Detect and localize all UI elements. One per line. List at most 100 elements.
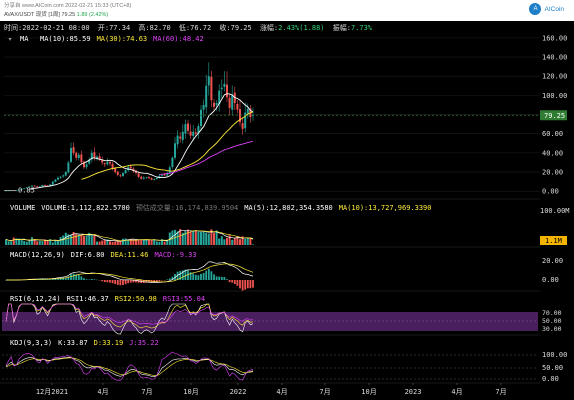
macd-bar: [213, 274, 215, 280]
candle-body: [228, 97, 231, 108]
candle-body: [51, 181, 54, 185]
collapse-icon[interactable]: ▿: [8, 35, 12, 43]
macd-bar: [194, 274, 197, 280]
volume-bar: [228, 235, 231, 245]
candle-body: [226, 84, 228, 98]
macd-bar: [223, 277, 226, 280]
volume-bar: [85, 235, 88, 245]
ma60-line: [159, 140, 254, 175]
volume-bar: [103, 239, 106, 245]
x-axis-label: 7月: [319, 388, 330, 396]
macd-bar: [109, 280, 111, 283]
candle-body: [111, 163, 114, 169]
d-legend: D:33.19: [94, 339, 124, 347]
share-info: 分享自 www.AICoin.com 2022-02-21 15:33 (UTC…: [4, 3, 132, 9]
macd-bar: [200, 273, 202, 280]
x-axis-label: 12月2021: [36, 388, 68, 396]
price-y-tick: 140.00: [542, 54, 567, 62]
candle-body: [72, 147, 75, 153]
x-axis-label: 10月: [361, 388, 376, 396]
rsi1-legend: RSI1:46.37: [67, 295, 109, 303]
volume-bar: [122, 238, 124, 245]
change-label: 涨幅:: [260, 23, 278, 32]
volume-bar: [116, 241, 119, 245]
x-axis-label: 4月: [97, 388, 108, 396]
pair-name: AVAX/USDT 现货 [1周]: [4, 12, 62, 18]
close-label: 收:: [219, 23, 230, 32]
low-value: 76.72: [190, 24, 211, 32]
volume-bar: [239, 239, 241, 245]
volume-bar: [207, 233, 210, 245]
macd-bar: [239, 280, 241, 289]
volume-bar: [244, 238, 247, 245]
macd-y-tick-20: 20.00: [542, 257, 563, 265]
macd-title: MACD(12,26,9): [10, 251, 65, 259]
volume-title: VOLUME: [10, 204, 35, 212]
candle-body: [116, 171, 119, 175]
price-grid: [4, 37, 540, 192]
candle-body: [80, 154, 83, 163]
volume-bar: [200, 231, 202, 245]
candle-body: [145, 177, 148, 179]
candle-body: [44, 185, 46, 186]
kdj-lines: [5, 351, 254, 381]
x-axis-label: 2023: [405, 388, 422, 396]
volume-bar: [189, 231, 192, 245]
macd-bar: [244, 280, 247, 290]
kdj-y-tick-100: 100.00: [542, 351, 567, 359]
macd-bar: [158, 280, 161, 282]
candle-body: [137, 173, 140, 177]
volume-bar: [70, 235, 72, 245]
volume-bar: [46, 240, 49, 245]
candle-body: [181, 131, 184, 141]
x-axis-label: 7月: [141, 388, 152, 396]
candle-body: [223, 83, 226, 87]
candle-body: [176, 135, 179, 145]
volume-bar: [249, 238, 252, 245]
price-y-tick: 60.00: [542, 130, 563, 138]
price-y-tick: 160.00: [542, 34, 567, 42]
x-axis-label: 7月: [495, 388, 506, 396]
macd-bar: [114, 280, 117, 285]
macd-value-legend: MACD:-9.33: [154, 251, 196, 259]
close-value: 79.25: [231, 24, 252, 32]
volume-bar: [62, 235, 65, 245]
open-value: 77.34: [109, 24, 130, 32]
aicoin-logo-icon: A: [529, 3, 542, 15]
candle-body: [231, 95, 234, 110]
volume-bar: [101, 240, 104, 245]
volume-estimate: 预估成交量:16,174,839.9504: [136, 203, 238, 212]
price-y-tick: 0.00: [542, 188, 559, 196]
x-axis: 12月2021 4月 7月 10月 2022 4月 7月 10月 2023 4月 7月: [0, 382, 540, 396]
low-label: 低:: [179, 23, 190, 32]
macd-bar: [207, 268, 210, 280]
candle-body: [142, 177, 145, 179]
volume-bar: [226, 237, 228, 245]
x-axis-label: 4月: [451, 388, 462, 396]
time-value: 2022-02-21 08:00: [22, 24, 89, 32]
volume-bar: [223, 239, 226, 245]
volume-bar: [215, 230, 218, 245]
share-header: 分享自 www.AICoin.com 2022-02-21 15:33 (UTC…: [0, 0, 574, 21]
k-line: [5, 356, 254, 378]
candle-body: [189, 131, 192, 136]
volume-bar: [148, 239, 150, 245]
macd-bar: [168, 278, 171, 280]
candle-body: [215, 103, 218, 106]
candle-body: [184, 124, 187, 134]
volume-bar: [31, 237, 33, 245]
candle-body: [236, 103, 239, 110]
candle-body: [129, 166, 132, 169]
candle-body: [62, 175, 65, 177]
candle-body: [155, 177, 158, 180]
volume-bar: [202, 231, 205, 245]
volume-bar: [98, 241, 101, 245]
volume-bar: [59, 237, 62, 245]
ma10-legend: MA(10):85.59: [40, 35, 91, 43]
candle-body: [64, 172, 67, 176]
candle-body: [124, 170, 127, 174]
candle-body: [153, 179, 156, 181]
candle-body: [187, 123, 189, 131]
macd-bar: [218, 276, 221, 280]
macd-bar: [129, 280, 132, 283]
